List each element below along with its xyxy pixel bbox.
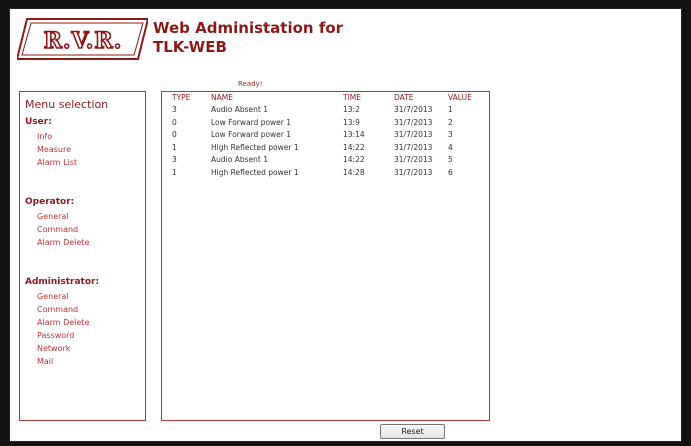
logo-text: R.V.R. bbox=[44, 28, 123, 54]
menu-item-1-2[interactable]: Alarm Delete bbox=[37, 238, 89, 247]
table-cell: 3 bbox=[448, 130, 453, 139]
table-cell: 3 bbox=[172, 105, 177, 114]
menu-item-1-0[interactable]: General bbox=[37, 212, 69, 221]
table-cell: 14:28 bbox=[343, 167, 365, 177]
table-cell: 1 bbox=[172, 167, 177, 177]
table-cell: Audio Absent 1 bbox=[211, 105, 268, 114]
window-right-border bbox=[682, 0, 691, 446]
column-header: VALUE bbox=[448, 93, 472, 102]
table-cell: 1 bbox=[448, 105, 453, 114]
table-cell: High Reflected power 1 bbox=[211, 142, 299, 152]
menu-item-0-1[interactable]: Measure bbox=[37, 145, 71, 154]
table-cell: 13:14 bbox=[343, 130, 365, 139]
table-cell: 6 bbox=[448, 167, 453, 177]
table-cell: 31/7/2013 bbox=[394, 130, 433, 139]
menu-item-2-2[interactable]: Alarm Delete bbox=[37, 318, 89, 327]
table-cell: 31/7/2013 bbox=[394, 142, 433, 152]
table-cell: 2 bbox=[448, 117, 453, 127]
table-cell: 0 bbox=[172, 130, 177, 139]
menu-item-0-0[interactable]: Info bbox=[37, 132, 52, 141]
menu-title: Menu selection bbox=[25, 98, 109, 111]
menu-section-0: User: bbox=[25, 117, 52, 127]
title-line-2: TLK-WEB bbox=[153, 38, 227, 56]
table-cell: 4 bbox=[448, 142, 453, 152]
table-cell: 0 bbox=[172, 117, 177, 127]
table-cell: 31/7/2013 bbox=[394, 155, 433, 164]
page-title: Web Administation for TLK-WEB bbox=[153, 19, 343, 57]
menu-item-2-0[interactable]: General bbox=[37, 292, 69, 301]
table-cell: Low Forward power 1 bbox=[211, 130, 292, 139]
menu-section-1: Operator: bbox=[25, 197, 75, 207]
title-line-1: Web Administation for bbox=[153, 19, 344, 37]
menu-item-2-3[interactable]: Password bbox=[37, 331, 74, 340]
reset-button[interactable]: Reset bbox=[380, 424, 445, 439]
table-cell: 13:9 bbox=[343, 117, 360, 127]
status-text: Ready! bbox=[238, 80, 263, 88]
column-header: TYPE bbox=[172, 93, 191, 102]
table-cell: 3 bbox=[172, 155, 177, 164]
column-header: DATE bbox=[394, 93, 414, 102]
menu-item-2-4[interactable]: Network bbox=[37, 344, 70, 353]
rvr-logo: R.V.R. bbox=[17, 18, 148, 60]
table-cell: Audio Absent 1 bbox=[211, 155, 268, 164]
table-cell: 31/7/2013 bbox=[394, 117, 433, 127]
table-cell: High Reflected power 1 bbox=[211, 167, 299, 177]
window-bottom-border bbox=[0, 442, 691, 446]
table-cell: 31/7/2013 bbox=[394, 105, 433, 114]
column-header: NAME bbox=[211, 93, 233, 102]
menu-item-2-1[interactable]: Command bbox=[37, 305, 78, 314]
menu-item-1-1[interactable]: Command bbox=[37, 225, 78, 234]
menu-section-2: Administrator: bbox=[25, 277, 100, 287]
window-left-border bbox=[0, 0, 9, 446]
alarm-table: TYPE NAME TIME DATE VALUE 3 Audio Absent 1 13:2… bbox=[161, 91, 490, 421]
menu-item-0-2[interactable]: Alarm List bbox=[37, 158, 77, 167]
table-cell: 13:2 bbox=[343, 105, 360, 114]
table-cell: 14:22 bbox=[343, 142, 365, 152]
menu-item-2-5[interactable]: Mail bbox=[37, 357, 53, 366]
table-cell: 31/7/2013 bbox=[394, 167, 433, 177]
window-top-border bbox=[0, 0, 691, 8]
menu-panel: Menu selection User: Info Measure Alarm List… bbox=[19, 91, 146, 421]
table-cell: 14:22 bbox=[343, 155, 365, 164]
column-header: TIME bbox=[343, 93, 362, 102]
table-cell: 1 bbox=[172, 142, 177, 152]
table-cell: 5 bbox=[448, 155, 453, 164]
table-cell: Low Forward power 1 bbox=[211, 117, 292, 127]
